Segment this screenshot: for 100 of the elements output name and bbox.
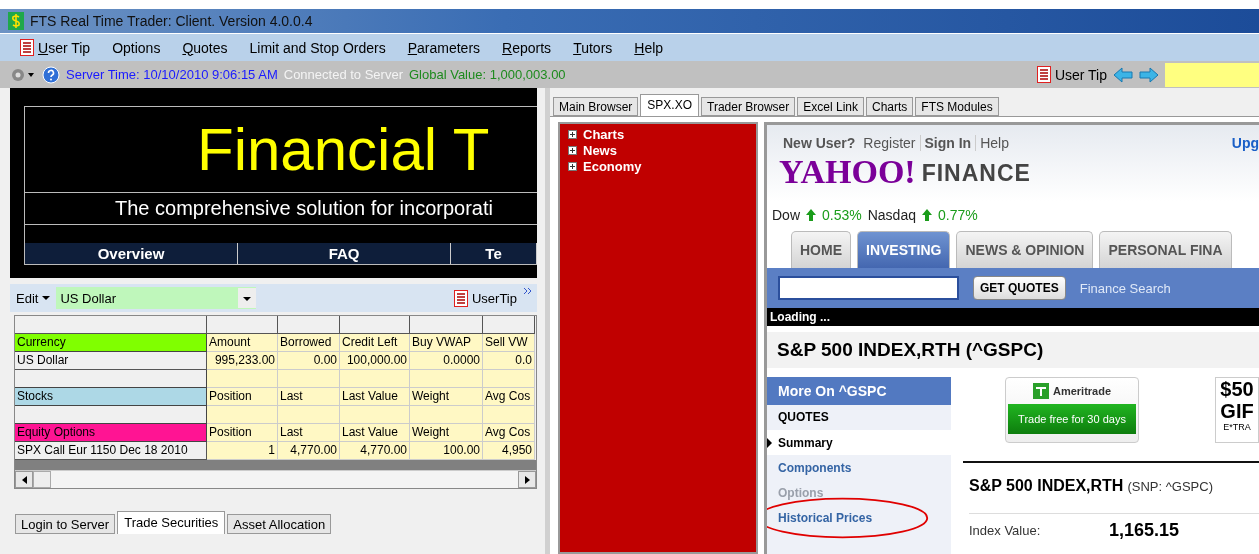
column-header: Last xyxy=(278,424,340,442)
global-value: Global Value: 1,000,003.00 xyxy=(409,67,566,82)
nav-link[interactable]: Te xyxy=(451,243,537,264)
loading-bar: Loading ... xyxy=(767,308,1259,326)
notepad-icon[interactable] xyxy=(20,39,34,56)
right-arrow-icon xyxy=(524,475,530,484)
table-cell: 4,950 xyxy=(483,442,535,460)
tab[interactable]: Charts xyxy=(866,97,914,116)
scroll-left-button[interactable] xyxy=(15,471,33,488)
column-header: Last Value xyxy=(340,424,410,442)
banner-title: Financial T xyxy=(25,107,537,193)
side-menu-item: Options xyxy=(777,484,825,502)
menu-item[interactable]: Reports xyxy=(502,39,552,56)
menu-item[interactable]: Parameters xyxy=(407,39,481,56)
tab[interactable]: Excel Link xyxy=(797,97,864,116)
ad-banner[interactable]: Ameritrade Trade free for 30 days xyxy=(1005,377,1139,443)
ad-offer: Trade free for 30 days xyxy=(1008,404,1136,434)
market-name: Dow xyxy=(772,207,800,223)
tab[interactable]: FTS Modules xyxy=(915,97,999,116)
nav-link[interactable]: Overview xyxy=(25,243,239,264)
section-label: Currency xyxy=(15,334,207,352)
column-header: Position xyxy=(207,424,278,442)
upgrade-link[interactable]: Upg xyxy=(1231,135,1259,151)
page-heading: S&P 500 INDEX,RTH (^GSPC) xyxy=(767,332,1259,368)
table-cell: 100.00 xyxy=(410,442,483,460)
nav-tab[interactable]: NEWS & OPINION xyxy=(956,231,1094,268)
table-cell: 4,770.00 xyxy=(340,442,410,460)
nav-tab[interactable]: HOME xyxy=(791,231,851,268)
column-header: Avg Cos xyxy=(483,388,535,406)
tab[interactable]: SPX.XO xyxy=(640,94,700,116)
user-tip-button[interactable]: User Tip xyxy=(1036,66,1107,83)
notepad-icon[interactable] xyxy=(1036,66,1051,83)
user-tip-menu[interactable]: User Tip xyxy=(20,39,91,56)
up-arrow-icon xyxy=(922,209,932,221)
search-field[interactable] xyxy=(778,276,959,300)
pointer-icon xyxy=(767,437,772,448)
side-menu-item[interactable]: Components xyxy=(767,455,951,480)
currency-dropdown[interactable]: US Dollar xyxy=(56,287,257,309)
header-link[interactable]: Help xyxy=(975,135,1013,151)
column-header: Credit Left xyxy=(340,334,410,352)
user-tip-button[interactable]: UserTip xyxy=(453,289,517,307)
nav-tab[interactable]: PERSONAL FINA xyxy=(1099,231,1232,268)
header-link[interactable]: Sign In xyxy=(919,135,976,151)
column-header: Weight xyxy=(410,388,483,406)
tab[interactable]: Asset Allocation xyxy=(227,514,332,534)
column-header: Borrowed xyxy=(278,334,340,352)
quote-label: Index Value: xyxy=(969,523,1042,538)
column-header: Buy VWAP xyxy=(410,334,483,352)
header-link[interactable]: Register xyxy=(859,135,920,151)
tab[interactable]: Login to Server xyxy=(15,514,116,534)
side-menu-item[interactable]: Summary xyxy=(767,430,951,455)
menu-item[interactable]: Limit and Stop Orders xyxy=(249,39,386,56)
ad-brand: Ameritrade xyxy=(1052,385,1112,397)
ad-banner[interactable]: $50 GIF E*TRA xyxy=(1215,377,1259,443)
scroll-right-button[interactable] xyxy=(518,471,536,488)
window-title: FTS Real Time Trader: Client. Version 4.0.0.4 xyxy=(30,13,313,29)
tab[interactable]: Main Browser xyxy=(553,97,639,116)
table-cell: 0.0000 xyxy=(410,352,483,370)
menu-item[interactable]: Quotes xyxy=(182,39,228,56)
column-header: Position xyxy=(207,388,278,406)
table-cell: 1 xyxy=(207,442,278,460)
section-label: QUOTES xyxy=(777,409,830,426)
caret-icon[interactable] xyxy=(42,295,51,301)
logo: YAHOO! xyxy=(779,157,916,187)
menu-item[interactable]: Tutors xyxy=(573,39,613,56)
tab[interactable]: Trade Securities xyxy=(117,511,226,534)
up-arrow-icon xyxy=(806,209,816,221)
nav-tab[interactable]: INVESTING xyxy=(857,231,951,268)
quote-symbol: (SNP: ^GSPC) xyxy=(1127,479,1213,494)
help-icon[interactable] xyxy=(42,65,60,84)
header-link[interactable]: New User? xyxy=(779,135,860,151)
menu-item[interactable]: Options xyxy=(112,39,161,56)
nav-link[interactable]: FAQ xyxy=(238,243,452,264)
tree-item[interactable]: Charts xyxy=(568,127,748,142)
gear-icon[interactable] xyxy=(10,67,36,82)
tab[interactable]: Trader Browser xyxy=(701,97,796,116)
menu-item[interactable]: Help xyxy=(634,39,664,56)
column-header: Sell VW xyxy=(483,334,535,352)
quote-name: S&P 500 INDEX,RTH xyxy=(969,477,1124,494)
left-arrow-icon xyxy=(21,475,27,484)
get-quotes-button[interactable]: GET QUOTES xyxy=(973,276,1066,300)
column-header: Last Value xyxy=(340,388,410,406)
table-cell: 100,000.00 xyxy=(340,352,410,370)
chevron-icon[interactable] xyxy=(523,287,533,295)
tree-item[interactable]: News xyxy=(568,143,748,158)
symbol-input[interactable] xyxy=(1165,62,1259,87)
scrollbar-thumb[interactable] xyxy=(33,471,51,488)
server-time: Server Time: 10/10/2010 9:06:15 AM xyxy=(66,67,278,82)
edit-dropdown[interactable]: Edit xyxy=(16,290,51,306)
expand-icon[interactable] xyxy=(568,162,577,171)
notepad-icon[interactable] xyxy=(453,289,468,307)
expand-icon[interactable] xyxy=(568,146,577,155)
tree-item[interactable]: Economy xyxy=(568,159,748,174)
side-menu-item[interactable]: Historical Prices xyxy=(767,505,951,530)
logo-suffix: FINANCE xyxy=(921,160,1031,187)
column-header: Amount xyxy=(207,334,278,352)
expand-icon[interactable] xyxy=(568,130,577,139)
brand-icon xyxy=(1032,383,1049,399)
table-cell: 4,770.00 xyxy=(278,442,340,460)
table-cell: 995,233.00 xyxy=(207,352,278,370)
